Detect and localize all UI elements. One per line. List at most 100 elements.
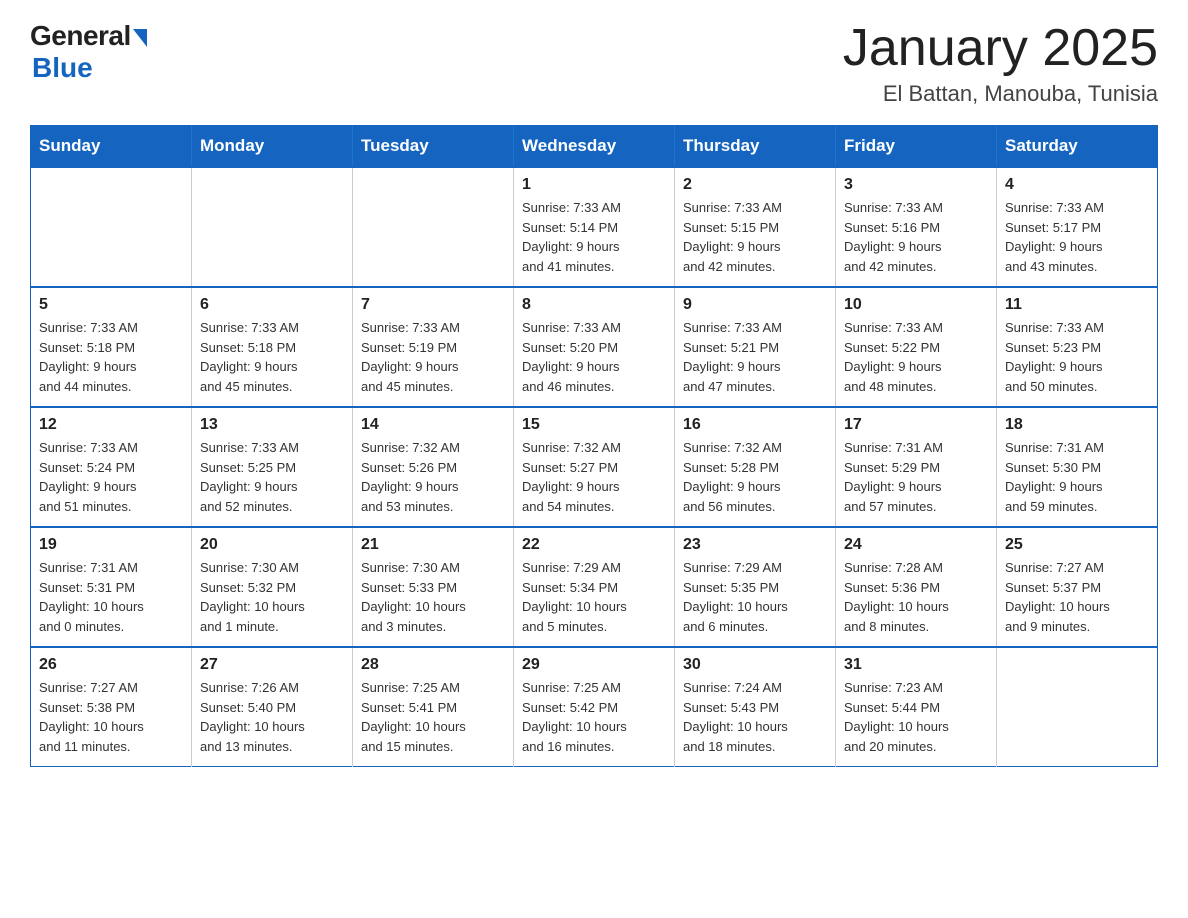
logo-general-text: General xyxy=(30,20,131,52)
day-cell: 1 Sunrise: 7:33 AM Sunset: 5:14 PM Daylig… xyxy=(514,167,675,287)
day-number: 31 xyxy=(844,656,988,674)
day-number: 26 xyxy=(39,656,183,674)
day-cell: 15 Sunrise: 7:32 AM Sunset: 5:27 PM Dayli… xyxy=(514,407,675,527)
header-friday: Friday xyxy=(836,126,997,168)
day-cell: 6Sunrise: 7:33 AM Sunset: 5:18 PM Daylig… xyxy=(192,287,353,407)
day-cell: 30 Sunrise: 7:24 AM Sunset: 5:43 PM Dayli… xyxy=(675,647,836,767)
day-info: Sunrise: 7:32 AM Sunset: 5:27 PM Dayligh… xyxy=(522,438,666,516)
day-cell xyxy=(997,647,1158,767)
day-number: 8 xyxy=(522,296,666,314)
day-info: Sunrise: 7:33 AM Sunset: 5:17 PM Dayligh… xyxy=(1005,198,1149,276)
day-info: Sunrise: 7:25 AM Sunset: 5:41 PM Dayligh… xyxy=(361,678,505,756)
day-info: Sunrise: 7:31 AM Sunset: 5:29 PM Dayligh… xyxy=(844,438,988,516)
day-number: 27 xyxy=(200,656,344,674)
header-wednesday: Wednesday xyxy=(514,126,675,168)
day-info: Sunrise: 7:33 AM Sunset: 5:24 PM Dayligh… xyxy=(39,438,183,516)
day-cell xyxy=(31,167,192,287)
day-number: 30 xyxy=(683,656,827,674)
day-info: Sunrise: 7:29 AM Sunset: 5:34 PM Dayligh… xyxy=(522,558,666,636)
day-number: 13 xyxy=(200,416,344,434)
day-cell: 22 Sunrise: 7:29 AM Sunset: 5:34 PM Dayli… xyxy=(514,527,675,647)
day-info: Sunrise: 7:33 AM Sunset: 5:14 PM Dayligh… xyxy=(522,198,666,276)
day-cell: 8 Sunrise: 7:33 AM Sunset: 5:20 PM Daylig… xyxy=(514,287,675,407)
day-info: Sunrise: 7:33 AM Sunset: 5:19 PM Dayligh… xyxy=(361,318,505,396)
title-block: January 2025 El Battan, Manouba, Tunisia xyxy=(843,20,1158,107)
week-row-5: 26 Sunrise: 7:27 AM Sunset: 5:38 PM Dayli… xyxy=(31,647,1158,767)
day-info: Sunrise: 7:33 AM Sunset: 5:23 PM Dayligh… xyxy=(1005,318,1149,396)
day-number: 29 xyxy=(522,656,666,674)
day-info: Sunrise: 7:24 AM Sunset: 5:43 PM Dayligh… xyxy=(683,678,827,756)
day-cell: 4 Sunrise: 7:33 AM Sunset: 5:17 PM Daylig… xyxy=(997,167,1158,287)
day-number: 10 xyxy=(844,296,988,314)
day-cell xyxy=(353,167,514,287)
day-info: Sunrise: 7:33 AM Sunset: 5:22 PM Dayligh… xyxy=(844,318,988,396)
main-title: January 2025 xyxy=(843,20,1158,77)
day-number: 9 xyxy=(683,296,827,314)
header-saturday: Saturday xyxy=(997,126,1158,168)
day-cell: 9 Sunrise: 7:33 AM Sunset: 5:21 PM Daylig… xyxy=(675,287,836,407)
day-info: Sunrise: 7:33 AM Sunset: 5:20 PM Dayligh… xyxy=(522,318,666,396)
calendar-header: SundayMondayTuesdayWednesdayThursdayFrid… xyxy=(31,126,1158,168)
day-info: Sunrise: 7:31 AM Sunset: 5:30 PM Dayligh… xyxy=(1005,438,1149,516)
header-row: SundayMondayTuesdayWednesdayThursdayFrid… xyxy=(31,126,1158,168)
day-cell: 2Sunrise: 7:33 AM Sunset: 5:15 PM Daylig… xyxy=(675,167,836,287)
day-cell: 18Sunrise: 7:31 AM Sunset: 5:30 PM Dayli… xyxy=(997,407,1158,527)
day-number: 16 xyxy=(683,416,827,434)
day-cell xyxy=(192,167,353,287)
day-info: Sunrise: 7:27 AM Sunset: 5:38 PM Dayligh… xyxy=(39,678,183,756)
day-cell: 7 Sunrise: 7:33 AM Sunset: 5:19 PM Daylig… xyxy=(353,287,514,407)
header-sunday: Sunday xyxy=(31,126,192,168)
day-cell: 12 Sunrise: 7:33 AM Sunset: 5:24 PM Dayli… xyxy=(31,407,192,527)
day-number: 19 xyxy=(39,536,183,554)
header-tuesday: Tuesday xyxy=(353,126,514,168)
day-number: 11 xyxy=(1005,296,1149,314)
header-monday: Monday xyxy=(192,126,353,168)
day-cell: 25Sunrise: 7:27 AM Sunset: 5:37 PM Dayli… xyxy=(997,527,1158,647)
week-row-4: 19 Sunrise: 7:31 AM Sunset: 5:31 PM Dayli… xyxy=(31,527,1158,647)
day-cell: 28 Sunrise: 7:25 AM Sunset: 5:41 PM Dayli… xyxy=(353,647,514,767)
day-info: Sunrise: 7:26 AM Sunset: 5:40 PM Dayligh… xyxy=(200,678,344,756)
day-cell: 31 Sunrise: 7:23 AM Sunset: 5:44 PM Dayli… xyxy=(836,647,997,767)
day-info: Sunrise: 7:31 AM Sunset: 5:31 PM Dayligh… xyxy=(39,558,183,636)
day-cell: 14Sunrise: 7:32 AM Sunset: 5:26 PM Dayli… xyxy=(353,407,514,527)
day-number: 25 xyxy=(1005,536,1149,554)
day-number: 1 xyxy=(522,176,666,194)
day-number: 20 xyxy=(200,536,344,554)
day-number: 15 xyxy=(522,416,666,434)
day-cell: 20Sunrise: 7:30 AM Sunset: 5:32 PM Dayli… xyxy=(192,527,353,647)
day-info: Sunrise: 7:33 AM Sunset: 5:15 PM Dayligh… xyxy=(683,198,827,276)
day-number: 5 xyxy=(39,296,183,314)
logo-triangle-icon xyxy=(133,29,147,47)
day-number: 22 xyxy=(522,536,666,554)
logo: General Blue xyxy=(30,20,147,84)
header-thursday: Thursday xyxy=(675,126,836,168)
day-info: Sunrise: 7:28 AM Sunset: 5:36 PM Dayligh… xyxy=(844,558,988,636)
day-number: 3 xyxy=(844,176,988,194)
week-row-1: 1 Sunrise: 7:33 AM Sunset: 5:14 PM Daylig… xyxy=(31,167,1158,287)
day-number: 6 xyxy=(200,296,344,314)
day-info: Sunrise: 7:33 AM Sunset: 5:21 PM Dayligh… xyxy=(683,318,827,396)
day-cell: 24 Sunrise: 7:28 AM Sunset: 5:36 PM Dayli… xyxy=(836,527,997,647)
day-cell: 17 Sunrise: 7:31 AM Sunset: 5:29 PM Dayli… xyxy=(836,407,997,527)
day-cell: 26 Sunrise: 7:27 AM Sunset: 5:38 PM Dayli… xyxy=(31,647,192,767)
day-info: Sunrise: 7:33 AM Sunset: 5:25 PM Dayligh… xyxy=(200,438,344,516)
day-info: Sunrise: 7:25 AM Sunset: 5:42 PM Dayligh… xyxy=(522,678,666,756)
day-number: 28 xyxy=(361,656,505,674)
day-cell: 10 Sunrise: 7:33 AM Sunset: 5:22 PM Dayli… xyxy=(836,287,997,407)
day-number: 7 xyxy=(361,296,505,314)
day-cell: 3 Sunrise: 7:33 AM Sunset: 5:16 PM Daylig… xyxy=(836,167,997,287)
day-number: 17 xyxy=(844,416,988,434)
calendar-table: SundayMondayTuesdayWednesdayThursdayFrid… xyxy=(30,125,1158,767)
day-cell: 13 Sunrise: 7:33 AM Sunset: 5:25 PM Dayli… xyxy=(192,407,353,527)
calendar-body: 1 Sunrise: 7:33 AM Sunset: 5:14 PM Daylig… xyxy=(31,167,1158,767)
logo-blue-text: Blue xyxy=(32,52,93,84)
day-cell: 16Sunrise: 7:32 AM Sunset: 5:28 PM Dayli… xyxy=(675,407,836,527)
day-number: 4 xyxy=(1005,176,1149,194)
day-info: Sunrise: 7:23 AM Sunset: 5:44 PM Dayligh… xyxy=(844,678,988,756)
day-info: Sunrise: 7:29 AM Sunset: 5:35 PM Dayligh… xyxy=(683,558,827,636)
day-number: 12 xyxy=(39,416,183,434)
day-number: 24 xyxy=(844,536,988,554)
day-info: Sunrise: 7:32 AM Sunset: 5:26 PM Dayligh… xyxy=(361,438,505,516)
day-info: Sunrise: 7:33 AM Sunset: 5:16 PM Dayligh… xyxy=(844,198,988,276)
day-info: Sunrise: 7:33 AM Sunset: 5:18 PM Dayligh… xyxy=(39,318,183,396)
